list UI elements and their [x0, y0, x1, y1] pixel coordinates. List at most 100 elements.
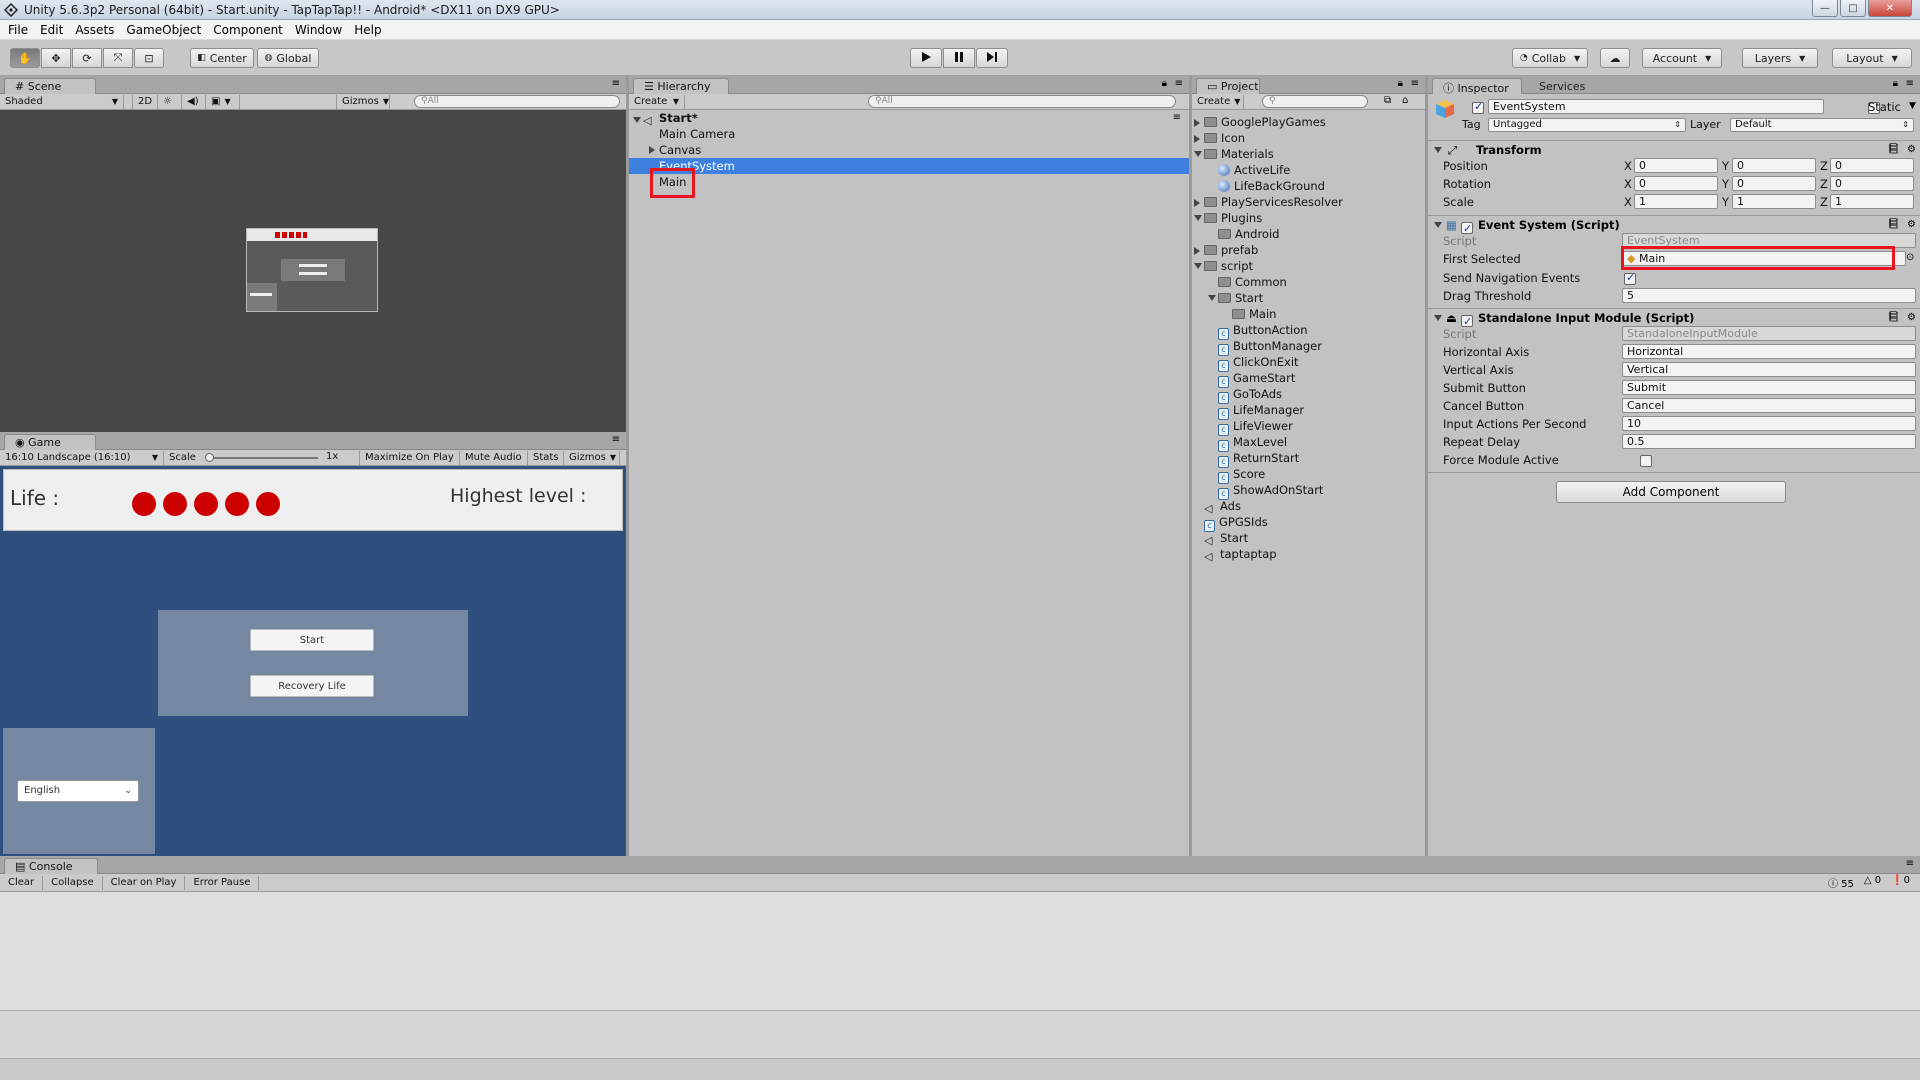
lock-icon[interactable]: 🔒︎: [1893, 78, 1898, 89]
2d-toggle[interactable]: 2D: [132, 94, 158, 109]
transform-y-field[interactable]: 1: [1732, 194, 1816, 209]
object-name-field[interactable]: EventSystem: [1488, 99, 1824, 114]
pause-button[interactable]: [943, 48, 975, 68]
inputmodule-field[interactable]: Vertical: [1622, 362, 1916, 377]
panel-menu-icon[interactable]: ≡: [1906, 858, 1914, 869]
active-checkbox[interactable]: [1472, 100, 1484, 114]
expand-arrow-icon[interactable]: [1194, 151, 1202, 157]
expand-arrow-icon[interactable]: [1194, 215, 1202, 221]
lighting-toggle[interactable]: ☼: [158, 94, 182, 109]
project-item[interactable]: c Score: [1218, 466, 1265, 484]
menu-edit[interactable]: Edit: [34, 23, 69, 37]
hierarchy-item-main-camera[interactable]: Main Camera: [659, 126, 735, 142]
close-button[interactable]: ✕: [1868, 0, 1912, 17]
collapse-arrow-icon[interactable]: [1434, 222, 1442, 228]
eventsystem-component-header[interactable]: ▦ Event System (Script) 📘︎ ⚙: [1428, 215, 1920, 238]
project-item[interactable]: c GameStart: [1218, 370, 1295, 388]
space-global-button[interactable]: ◍ Global: [257, 48, 319, 68]
project-item[interactable]: ◁ taptaptap: [1204, 546, 1277, 563]
expand-arrow-icon[interactable]: [1208, 295, 1216, 301]
project-create-dropdown[interactable]: Create ▼: [1192, 94, 1244, 109]
menu-assets[interactable]: Assets: [69, 23, 120, 37]
project-item[interactable]: GooglePlayGames: [1204, 114, 1326, 130]
collapse-arrow-icon[interactable]: [1434, 147, 1442, 153]
aspect-dropdown[interactable]: 16:10 Landscape (16:10) ▼: [0, 450, 164, 465]
console-error-pause-button[interactable]: Error Pause: [185, 875, 260, 890]
console-collapse-button[interactable]: Collapse: [43, 875, 103, 890]
move-tool-button[interactable]: ✥: [41, 48, 71, 68]
project-item[interactable]: c ButtonManager: [1218, 338, 1322, 356]
project-item[interactable]: Start: [1218, 290, 1263, 306]
project-item[interactable]: PlayServicesResolver: [1204, 194, 1343, 210]
project-item[interactable]: c ClickOnExit: [1218, 354, 1299, 372]
tab-project[interactable]: ▭ Project: [1196, 78, 1260, 94]
console-warning-toggle[interactable]: △ 0: [1864, 875, 1881, 890]
inputmodule-field[interactable]: Horizontal: [1622, 344, 1916, 359]
tab-hierarchy[interactable]: ☰ Hierarchy: [633, 78, 729, 94]
eventsystem-enabled-checkbox[interactable]: [1461, 220, 1473, 238]
play-button[interactable]: [910, 48, 942, 68]
inputmodule-field[interactable]: Cancel: [1622, 398, 1916, 413]
project-item[interactable]: Main: [1232, 306, 1276, 322]
transform-z-field[interactable]: 0: [1830, 158, 1914, 173]
start-button[interactable]: Start: [250, 629, 374, 651]
transform-x-field[interactable]: 0: [1634, 176, 1718, 191]
cloud-button[interactable]: ☁: [1600, 48, 1630, 68]
panel-menu-icon[interactable]: ≡: [1175, 78, 1183, 89]
force-module-checkbox[interactable]: [1639, 455, 1652, 467]
mute-audio-button[interactable]: Mute Audio: [460, 450, 528, 465]
scene-search-input[interactable]: ⚲All: [414, 95, 620, 108]
panel-menu-icon[interactable]: ≡: [1906, 78, 1914, 89]
help-icon[interactable]: 📘︎: [1887, 216, 1900, 234]
console-clear-button[interactable]: Clear: [0, 875, 44, 890]
step-button[interactable]: [976, 48, 1008, 68]
account-dropdown[interactable]: Account ▼: [1642, 48, 1722, 68]
project-item[interactable]: c GPGSIds: [1204, 514, 1268, 532]
hand-tool-button[interactable]: ✋: [10, 48, 40, 68]
project-item[interactable]: c ReturnStart: [1218, 450, 1299, 468]
project-item[interactable]: c LifeViewer: [1218, 418, 1293, 436]
language-dropdown[interactable]: English ⌄: [17, 780, 139, 802]
panel-menu-icon[interactable]: ≡: [612, 434, 620, 445]
project-search-input[interactable]: ⚲: [1262, 95, 1368, 108]
collapse-arrow-icon[interactable]: [1194, 135, 1200, 143]
transform-y-field[interactable]: 0: [1732, 176, 1816, 191]
project-item[interactable]: c GoToAds: [1218, 386, 1282, 404]
expand-arrow-icon[interactable]: [649, 146, 655, 154]
hierarchy-item-eventsystem[interactable]: EventSystem: [629, 158, 1189, 174]
game-viewport[interactable]: Life : Highest level : Start Recovery Li…: [0, 466, 626, 856]
hierarchy-scene-root[interactable]: ◁ Start*: [643, 110, 698, 127]
component-gear-icon[interactable]: ⚙: [1907, 141, 1916, 159]
console-clear-on-play-button[interactable]: Clear on Play: [103, 875, 186, 890]
layers-dropdown[interactable]: Layers ▼: [1742, 48, 1818, 68]
tab-game[interactable]: ◉ Game: [4, 434, 96, 450]
project-item[interactable]: script: [1204, 258, 1253, 274]
transform-x-field[interactable]: 1: [1634, 194, 1718, 209]
project-item[interactable]: ActiveLife: [1218, 162, 1290, 178]
help-icon[interactable]: 📘︎: [1887, 309, 1900, 327]
tab-console[interactable]: ▤ Console: [4, 858, 98, 874]
project-item[interactable]: Icon: [1204, 130, 1245, 146]
scene-viewport[interactable]: [0, 110, 626, 432]
project-item[interactable]: Materials: [1204, 146, 1274, 162]
stats-button[interactable]: Stats: [528, 450, 564, 465]
project-item[interactable]: ◁ Start: [1204, 530, 1248, 547]
project-item[interactable]: c MaxLevel: [1218, 434, 1287, 452]
static-dropdown-icon[interactable]: ▼: [1909, 101, 1916, 111]
hierarchy-item-canvas[interactable]: Canvas: [659, 142, 701, 158]
maximize-on-play-button[interactable]: Maximize On Play: [360, 450, 460, 465]
inputmodule-field[interactable]: Submit: [1622, 380, 1916, 395]
effects-dropdown[interactable]: ▣ ▼: [206, 94, 240, 109]
collapse-arrow-icon[interactable]: [1194, 247, 1200, 255]
drag-threshold-field[interactable]: 5: [1622, 288, 1916, 303]
menu-component[interactable]: Component: [207, 23, 289, 37]
transform-z-field[interactable]: 0: [1830, 176, 1914, 191]
menu-window[interactable]: Window: [289, 23, 348, 37]
rect-tool-button[interactable]: ⊡: [134, 48, 164, 68]
inputmodule-field[interactable]: 10: [1622, 416, 1916, 431]
recovery-life-button[interactable]: Recovery Life: [250, 675, 374, 697]
scale-thumb[interactable]: [205, 453, 214, 462]
component-gear-icon[interactable]: ⚙: [1907, 309, 1916, 327]
menu-gameobject[interactable]: GameObject: [120, 23, 207, 37]
transform-z-field[interactable]: 1: [1830, 194, 1914, 209]
